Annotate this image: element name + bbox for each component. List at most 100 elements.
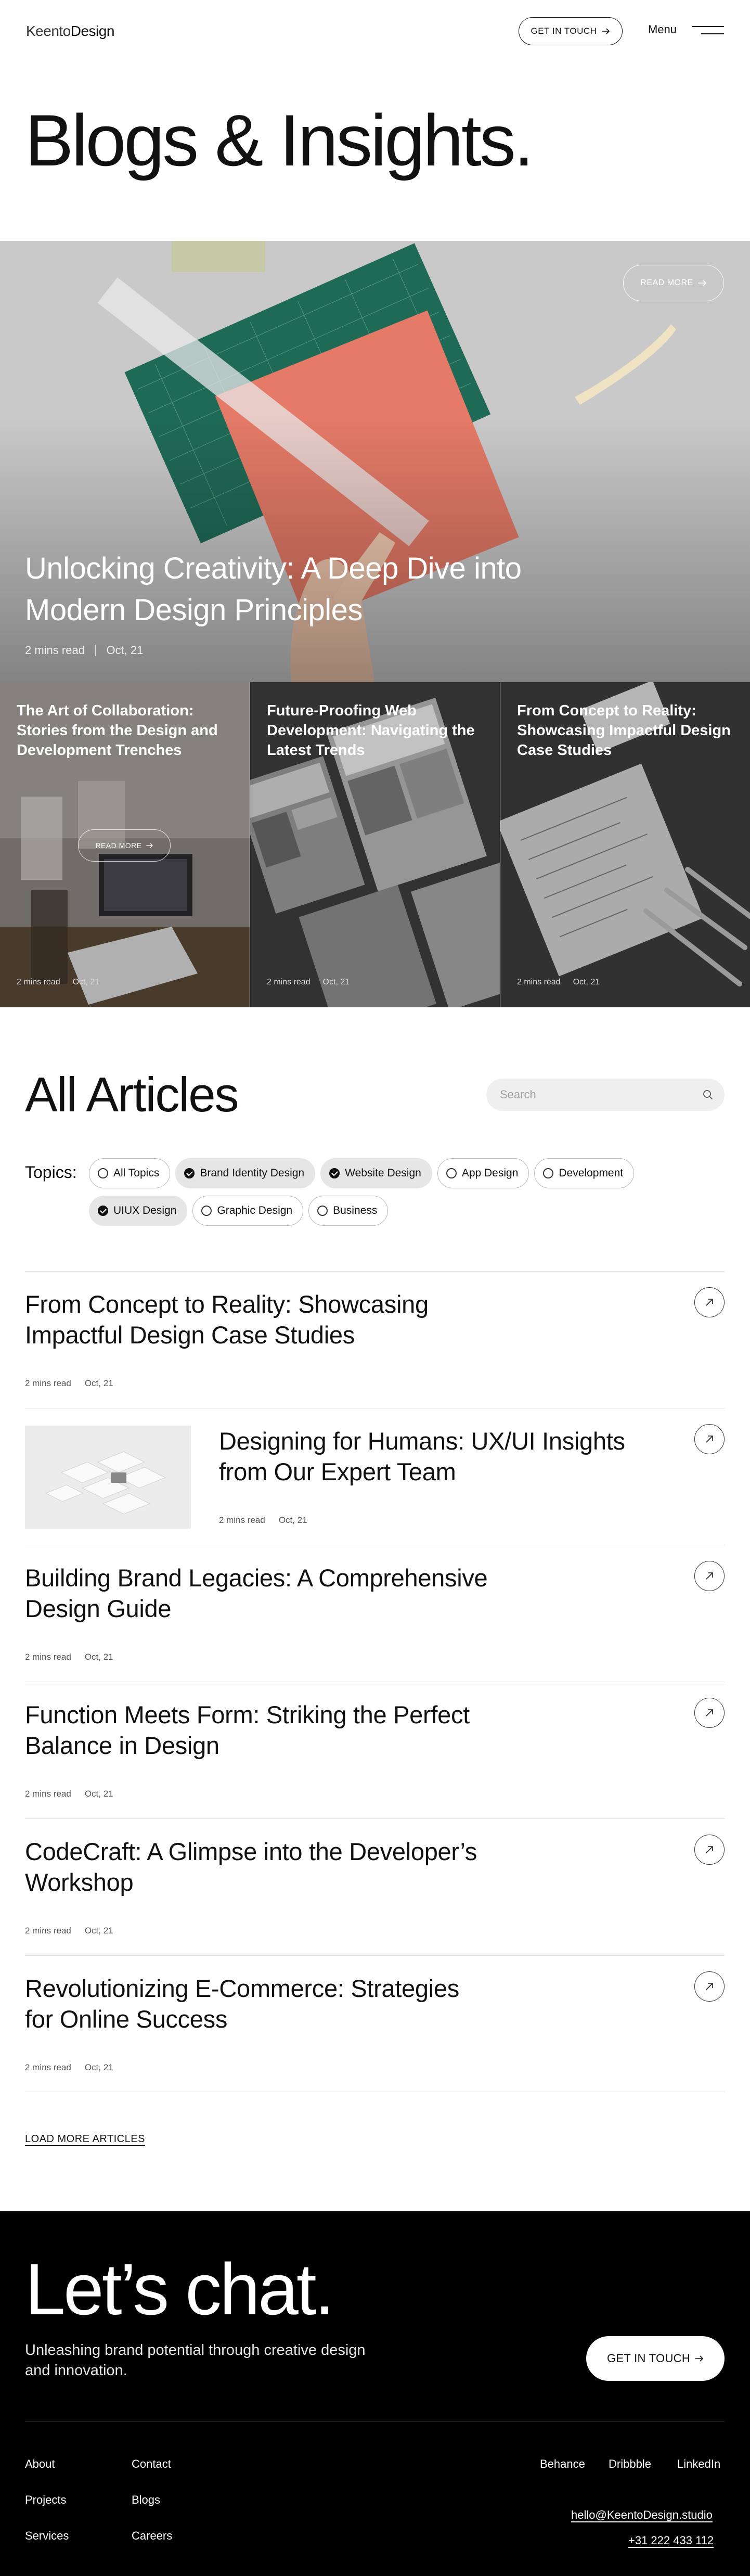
site-header: KeentoDesign GET IN TOUCH Menu [0,0,750,62]
search-input[interactable] [500,1088,703,1101]
post-date: Oct, 21 [84,1789,113,1799]
topic-chip[interactable]: UIUX Design [89,1196,188,1226]
search-box[interactable] [486,1079,725,1111]
article-title[interactable]: Designing for Humans: UX/UI Insights fro… [219,1426,645,1487]
footer-phone-link[interactable]: +31 222 433 112 [628,2534,714,2547]
read-time: 2 mins read [25,1789,71,1799]
read-time: 2 mins read [219,1515,265,1525]
arrow-up-right-icon[interactable] [694,1971,725,2002]
article-row[interactable]: Revolutionizing E-Commerce: Strategies f… [25,1955,725,2092]
hero-meta: 2 mins read Oct, 21 [25,644,143,657]
arrow-up-right-icon[interactable] [694,1424,725,1454]
topic-label: Website Design [345,1167,421,1179]
article-row[interactable]: Function Meets Form: Striking the Perfec… [25,1682,725,1818]
card-title[interactable]: The Art of Collaboration: Stories from t… [17,701,235,760]
radio-icon [98,1168,108,1178]
article-title[interactable]: Revolutionizing E-Commerce: Strategies f… [25,1973,493,2034]
hamburger-menu-icon[interactable] [692,24,724,37]
featured-card[interactable]: Future-Proofing Web Development: Navigat… [250,682,500,1007]
topic-label: Business [333,1204,378,1216]
article-meta: 2 mins read Oct, 21 [25,2062,113,2073]
article-title[interactable]: Building Brand Legacies: A Comprehensive… [25,1562,493,1624]
topic-chip[interactable]: Website Design [320,1158,432,1188]
topics-label: Topics: [25,1163,77,1182]
hero-title[interactable]: Unlocking Creativity: A Deep Dive into M… [25,548,597,631]
article-list: From Concept to Reality: Showcasing Impa… [25,1271,725,2092]
logo-text-light: Keento [26,23,71,39]
footer-link-projects[interactable]: Projects [25,2493,66,2507]
radio-icon [201,1206,212,1216]
topic-filters: All Topics Brand Identity Design Website… [89,1158,677,1226]
meta-divider [95,645,96,656]
article-row[interactable]: Designing for Humans: UX/UI Insights fro… [25,1408,725,1545]
post-date: Oct, 21 [84,1926,113,1936]
topic-label: Development [559,1167,624,1179]
article-title[interactable]: CodeCraft: A Glimpse into the Developer’… [25,1836,493,1898]
get-in-touch-button[interactable]: GET IN TOUCH [519,17,623,45]
arrow-right-icon [698,280,706,286]
get-in-touch-label: GET IN TOUCH [531,26,597,36]
footer-link-about[interactable]: About [25,2457,55,2471]
footer-email-link[interactable]: hello@KeentoDesign.studio [571,2508,713,2522]
post-date: Oct, 21 [72,978,100,986]
article-row[interactable]: Building Brand Legacies: A Comprehensive… [25,1545,725,1682]
topic-label: App Design [461,1167,519,1179]
topic-chip[interactable]: Graphic Design [192,1196,304,1226]
footer-link-blogs[interactable]: Blogs [132,2493,160,2507]
post-date: Oct, 21 [278,1515,307,1525]
article-row[interactable]: From Concept to Reality: Showcasing Impa… [25,1271,725,1408]
footer-get-in-touch-button[interactable]: GET IN TOUCH [586,2336,725,2381]
footer-divider [25,2421,725,2422]
site-footer: Let’s chat. Unleashing brand potential t… [0,2211,750,2576]
featured-card[interactable]: From Concept to Reality: Showcasing Impa… [500,682,750,1007]
footer-link-careers[interactable]: Careers [132,2529,172,2543]
article-row[interactable]: CodeCraft: A Glimpse into the Developer’… [25,1818,725,1955]
read-time: 2 mins read [17,978,60,986]
article-meta: 2 mins read Oct, 21 [25,1652,113,1662]
article-thumbnail [25,1426,191,1529]
arrow-up-right-icon[interactable] [694,1698,725,1728]
post-date: Oct, 21 [84,1378,113,1388]
hero-read-more-button[interactable]: READ MORE [623,265,724,301]
card-read-more-button[interactable]: READ MORE [78,829,171,862]
arrow-right-icon [695,2355,704,2362]
page-title: Blogs & Insights. [25,99,534,181]
topic-chip[interactable]: Development [534,1158,635,1188]
logo-text-bold: Design [70,23,115,39]
arrow-up-right-icon[interactable] [694,1561,725,1591]
card-title[interactable]: From Concept to Reality: Showcasing Impa… [517,701,735,760]
check-icon [184,1168,195,1178]
footer-subtitle: Unleashing brand potential through creat… [25,2342,366,2379]
footer-link-services[interactable]: Services [25,2529,69,2543]
article-title[interactable]: Function Meets Form: Striking the Perfec… [25,1699,493,1761]
post-date: Oct, 21 [573,978,600,986]
footer-link-contact[interactable]: Contact [132,2457,171,2471]
card-title[interactable]: Future-Proofing Web Development: Navigat… [267,701,485,760]
search-icon[interactable] [703,1090,713,1100]
read-time: 2 mins read [25,644,85,657]
article-title[interactable]: From Concept to Reality: Showcasing Impa… [25,1289,493,1350]
load-more-articles-link[interactable]: LOAD MORE ARTICLES [25,2133,145,2145]
footer-link-dribbble[interactable]: Dribbble [609,2457,651,2471]
arrow-up-right-icon[interactable] [694,1287,725,1317]
menu-label[interactable]: Menu [648,23,677,36]
card-meta: 2 mins read Oct, 21 [17,978,99,987]
topic-label: Graphic Design [217,1204,293,1216]
post-date: Oct, 21 [106,644,144,657]
site-logo[interactable]: KeentoDesign [26,23,114,40]
read-time: 2 mins read [25,2062,71,2072]
topic-chip[interactable]: Brand Identity Design [175,1158,316,1188]
check-icon [98,1206,108,1216]
hero-featured-post[interactable]: READ MORE Unlocking Creativity: A Deep D… [0,241,750,682]
article-meta: 2 mins read Oct, 21 [25,1789,113,1799]
topic-chip[interactable]: Business [308,1196,389,1226]
get-in-touch-label: GET IN TOUCH [606,2352,691,2365]
topic-chip[interactable]: All Topics [89,1158,171,1188]
card-meta: 2 mins read Oct, 21 [267,978,350,987]
footer-link-linkedin[interactable]: LinkedIn [677,2457,720,2471]
footer-link-behance[interactable]: Behance [540,2457,585,2471]
arrow-up-right-icon[interactable] [694,1835,725,1865]
arrow-right-icon [146,843,153,848]
card-meta: 2 mins read Oct, 21 [517,978,600,987]
topic-chip[interactable]: App Design [437,1158,529,1188]
